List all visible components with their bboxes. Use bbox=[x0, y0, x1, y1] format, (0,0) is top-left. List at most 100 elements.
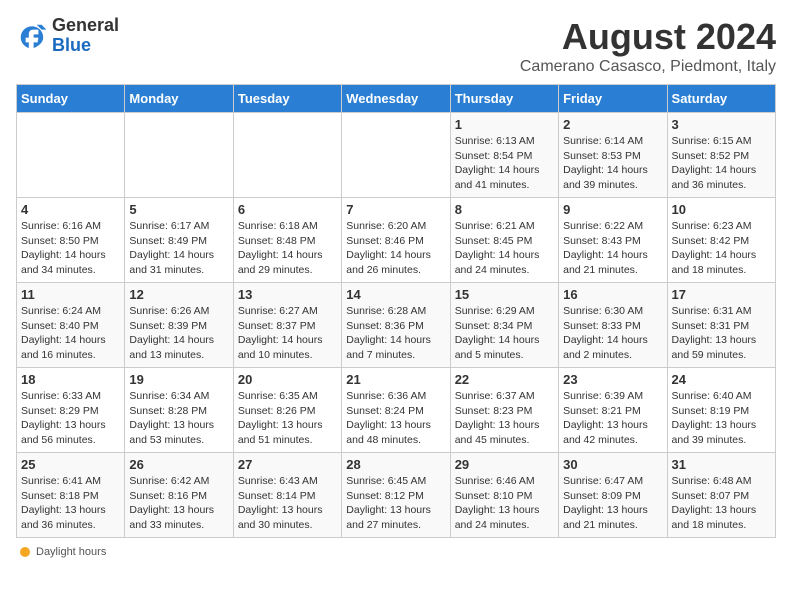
month-title: August 2024 bbox=[520, 16, 776, 58]
calendar-cell: 15 Sunrise: 6:29 AM Sunset: 8:34 PM Dayli… bbox=[450, 283, 558, 368]
day-info: Sunrise: 6:40 AM Sunset: 8:19 PM Dayligh… bbox=[672, 389, 771, 448]
header: General Blue August 2024 Camerano Casasc… bbox=[16, 16, 776, 76]
day-info: Sunrise: 6:43 AM Sunset: 8:14 PM Dayligh… bbox=[238, 474, 337, 533]
day-number: 19 bbox=[129, 372, 228, 387]
day-info: Sunrise: 6:13 AM Sunset: 8:54 PM Dayligh… bbox=[455, 134, 554, 193]
day-info: Sunrise: 6:27 AM Sunset: 8:37 PM Dayligh… bbox=[238, 304, 337, 363]
calendar-cell: 11 Sunrise: 6:24 AM Sunset: 8:40 PM Dayli… bbox=[17, 283, 125, 368]
day-number: 14 bbox=[346, 287, 445, 302]
calendar-cell: 6 Sunrise: 6:18 AM Sunset: 8:48 PM Daylig… bbox=[233, 198, 341, 283]
logo: General Blue bbox=[16, 16, 119, 56]
day-info: Sunrise: 6:16 AM Sunset: 8:50 PM Dayligh… bbox=[21, 219, 120, 278]
day-number: 7 bbox=[346, 202, 445, 217]
calendar-cell: 14 Sunrise: 6:28 AM Sunset: 8:36 PM Dayli… bbox=[342, 283, 450, 368]
day-info: Sunrise: 6:21 AM Sunset: 8:45 PM Dayligh… bbox=[455, 219, 554, 278]
calendar-cell: 12 Sunrise: 6:26 AM Sunset: 8:39 PM Dayli… bbox=[125, 283, 233, 368]
calendar-cell: 9Sunrise: 6:22 AM Sunset: 8:43 PM Daylig… bbox=[559, 198, 667, 283]
calendar-cell: 2Sunrise: 6:14 AM Sunset: 8:53 PM Daylig… bbox=[559, 113, 667, 198]
calendar-cell: 18 Sunrise: 6:33 AM Sunset: 8:29 PM Dayli… bbox=[17, 368, 125, 453]
day-info: Sunrise: 6:33 AM Sunset: 8:29 PM Dayligh… bbox=[21, 389, 120, 448]
title-area: August 2024 Camerano Casasco, Piedmont, … bbox=[520, 16, 776, 76]
day-info: Sunrise: 6:39 AM Sunset: 8:21 PM Dayligh… bbox=[563, 389, 662, 448]
calendar-cell: 31 Sunrise: 6:48 AM Sunset: 8:07 PM Dayli… bbox=[667, 453, 775, 538]
day-info: Sunrise: 6:14 AM Sunset: 8:53 PM Dayligh… bbox=[563, 134, 662, 193]
header-day-friday: Friday bbox=[559, 85, 667, 113]
calendar-cell: 16 Sunrise: 6:30 AM Sunset: 8:33 PM Dayli… bbox=[559, 283, 667, 368]
day-number: 31 bbox=[672, 457, 771, 472]
daylight-dot bbox=[20, 547, 30, 557]
day-info: Sunrise: 6:41 AM Sunset: 8:18 PM Dayligh… bbox=[21, 474, 120, 533]
calendar-cell: 22 Sunrise: 6:37 AM Sunset: 8:23 PM Dayli… bbox=[450, 368, 558, 453]
calendar-cell: 7 Sunrise: 6:20 AM Sunset: 8:46 PM Daylig… bbox=[342, 198, 450, 283]
logo-text: General Blue bbox=[52, 16, 119, 56]
calendar-cell: 1 Sunrise: 6:13 AM Sunset: 8:54 PM Daylig… bbox=[450, 113, 558, 198]
calendar-cell: 28Sunrise: 6:45 AM Sunset: 8:12 PM Dayli… bbox=[342, 453, 450, 538]
calendar-table: SundayMondayTuesdayWednesdayThursdayFrid… bbox=[16, 84, 776, 538]
week-row-2: 4 Sunrise: 6:16 AM Sunset: 8:50 PM Daylig… bbox=[17, 198, 776, 283]
day-number: 4 bbox=[21, 202, 120, 217]
day-info: Sunrise: 6:28 AM Sunset: 8:36 PM Dayligh… bbox=[346, 304, 445, 363]
calendar-cell: 13 Sunrise: 6:27 AM Sunset: 8:37 PM Dayli… bbox=[233, 283, 341, 368]
calendar-cell: 23Sunrise: 6:39 AM Sunset: 8:21 PM Dayli… bbox=[559, 368, 667, 453]
day-number: 18 bbox=[21, 372, 120, 387]
day-info: Sunrise: 6:24 AM Sunset: 8:40 PM Dayligh… bbox=[21, 304, 120, 363]
header-day-wednesday: Wednesday bbox=[342, 85, 450, 113]
day-info: Sunrise: 6:34 AM Sunset: 8:28 PM Dayligh… bbox=[129, 389, 228, 448]
header-day-thursday: Thursday bbox=[450, 85, 558, 113]
day-number: 16 bbox=[563, 287, 662, 302]
day-number: 24 bbox=[672, 372, 771, 387]
day-number: 15 bbox=[455, 287, 554, 302]
day-number: 3 bbox=[672, 117, 771, 132]
day-number: 26 bbox=[129, 457, 228, 472]
day-info: Sunrise: 6:48 AM Sunset: 8:07 PM Dayligh… bbox=[672, 474, 771, 533]
location-subtitle: Camerano Casasco, Piedmont, Italy bbox=[520, 58, 776, 76]
calendar-cell bbox=[125, 113, 233, 198]
day-info: Sunrise: 6:29 AM Sunset: 8:34 PM Dayligh… bbox=[455, 304, 554, 363]
day-number: 6 bbox=[238, 202, 337, 217]
day-number: 20 bbox=[238, 372, 337, 387]
calendar-header: SundayMondayTuesdayWednesdayThursdayFrid… bbox=[17, 85, 776, 113]
day-info: Sunrise: 6:37 AM Sunset: 8:23 PM Dayligh… bbox=[455, 389, 554, 448]
day-info: Sunrise: 6:35 AM Sunset: 8:26 PM Dayligh… bbox=[238, 389, 337, 448]
calendar-cell: 26 Sunrise: 6:42 AM Sunset: 8:16 PM Dayli… bbox=[125, 453, 233, 538]
legend: Daylight hours bbox=[16, 546, 776, 558]
calendar-cell: 19 Sunrise: 6:34 AM Sunset: 8:28 PM Dayli… bbox=[125, 368, 233, 453]
day-info: Sunrise: 6:30 AM Sunset: 8:33 PM Dayligh… bbox=[563, 304, 662, 363]
calendar-cell: 4 Sunrise: 6:16 AM Sunset: 8:50 PM Daylig… bbox=[17, 198, 125, 283]
day-number: 29 bbox=[455, 457, 554, 472]
day-number: 5 bbox=[129, 202, 228, 217]
calendar-cell: 17Sunrise: 6:31 AM Sunset: 8:31 PM Dayli… bbox=[667, 283, 775, 368]
calendar-cell: 8 Sunrise: 6:21 AM Sunset: 8:45 PM Daylig… bbox=[450, 198, 558, 283]
calendar-cell: 30 Sunrise: 6:47 AM Sunset: 8:09 PM Dayli… bbox=[559, 453, 667, 538]
calendar-cell: 20 Sunrise: 6:35 AM Sunset: 8:26 PM Dayli… bbox=[233, 368, 341, 453]
day-info: Sunrise: 6:23 AM Sunset: 8:42 PM Dayligh… bbox=[672, 219, 771, 278]
calendar-cell: 10 Sunrise: 6:23 AM Sunset: 8:42 PM Dayli… bbox=[667, 198, 775, 283]
day-info: Sunrise: 6:46 AM Sunset: 8:10 PM Dayligh… bbox=[455, 474, 554, 533]
day-number: 12 bbox=[129, 287, 228, 302]
day-number: 21 bbox=[346, 372, 445, 387]
day-number: 1 bbox=[455, 117, 554, 132]
calendar-cell bbox=[233, 113, 341, 198]
day-number: 11 bbox=[21, 287, 120, 302]
day-number: 8 bbox=[455, 202, 554, 217]
day-number: 13 bbox=[238, 287, 337, 302]
day-number: 22 bbox=[455, 372, 554, 387]
day-number: 27 bbox=[238, 457, 337, 472]
logo-icon bbox=[16, 20, 48, 52]
day-info: Sunrise: 6:22 AM Sunset: 8:43 PM Dayligh… bbox=[563, 219, 662, 278]
day-info: Sunrise: 6:42 AM Sunset: 8:16 PM Dayligh… bbox=[129, 474, 228, 533]
day-number: 30 bbox=[563, 457, 662, 472]
day-number: 10 bbox=[672, 202, 771, 217]
day-info: Sunrise: 6:20 AM Sunset: 8:46 PM Dayligh… bbox=[346, 219, 445, 278]
week-row-5: 25 Sunrise: 6:41 AM Sunset: 8:18 PM Dayli… bbox=[17, 453, 776, 538]
day-info: Sunrise: 6:26 AM Sunset: 8:39 PM Dayligh… bbox=[129, 304, 228, 363]
calendar-cell: 27 Sunrise: 6:43 AM Sunset: 8:14 PM Dayli… bbox=[233, 453, 341, 538]
logo-blue: Blue bbox=[52, 35, 91, 55]
day-number: 25 bbox=[21, 457, 120, 472]
day-info: Sunrise: 6:15 AM Sunset: 8:52 PM Dayligh… bbox=[672, 134, 771, 193]
day-info: Sunrise: 6:18 AM Sunset: 8:48 PM Dayligh… bbox=[238, 219, 337, 278]
week-row-3: 11 Sunrise: 6:24 AM Sunset: 8:40 PM Dayli… bbox=[17, 283, 776, 368]
calendar-cell: 21 Sunrise: 6:36 AM Sunset: 8:24 PM Dayli… bbox=[342, 368, 450, 453]
day-info: Sunrise: 6:36 AM Sunset: 8:24 PM Dayligh… bbox=[346, 389, 445, 448]
day-info: Sunrise: 6:47 AM Sunset: 8:09 PM Dayligh… bbox=[563, 474, 662, 533]
